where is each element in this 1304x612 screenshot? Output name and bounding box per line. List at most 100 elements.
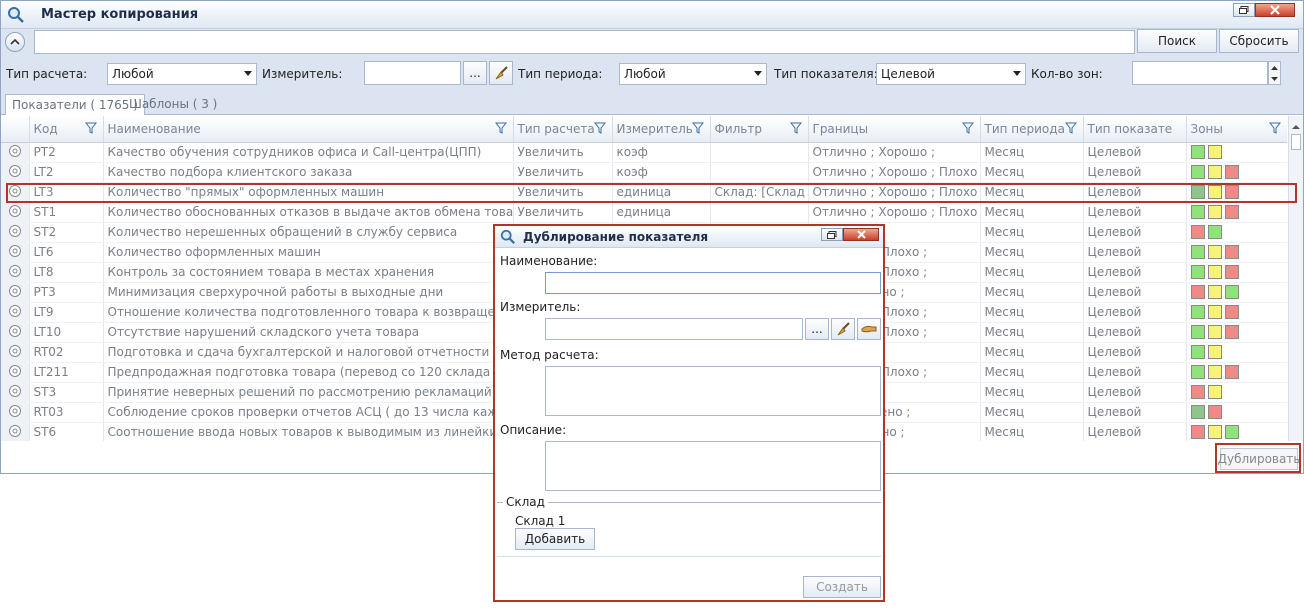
filter-icon[interactable] [1064,122,1077,137]
indicator-icon [8,264,21,277]
filter-icon[interactable] [789,122,802,137]
header-period[interactable]: Тип периода [980,116,1084,143]
cell-code: ST2 [29,222,104,243]
cell-name: Отсутствие нарушений складского учета то… [103,322,514,343]
filter-icon[interactable] [961,122,974,137]
title-bar: Мастер копирования [1,1,1303,29]
search-button[interactable]: Поиск [1137,29,1217,53]
table-row[interactable]: LT2 Качество подбора клиентского заказа Ув… [1,162,1287,183]
calc-type-select[interactable]: Любой [107,63,257,85]
row-icon-cell [1,242,30,263]
header-filter-label: Фильтр [714,121,762,136]
cell-zones [1186,362,1287,383]
header-indicator-type[interactable]: Тип показате [1083,116,1187,143]
filter-icon[interactable] [84,122,97,137]
broom-icon [837,322,850,336]
indicator-icon [8,164,21,177]
cell-period: Месяц [980,202,1084,223]
cell-name: Подготовка и сдача бухгалтерской и налог… [103,342,514,363]
search-input[interactable] [34,30,1135,54]
reset-button[interactable]: Сбросить [1219,29,1299,53]
cell-name: Количество нерешенных обращений в службу… [103,222,514,243]
cell-period: Месяц [980,222,1084,243]
indicator-type-select[interactable]: Целевой [876,63,1026,85]
row-icon-cell [1,162,30,183]
dialog-restore-button[interactable] [821,228,843,241]
period-select[interactable]: Любой [619,63,767,85]
dialog-measure-link-button[interactable] [857,318,881,340]
dialog-measure-browse-button[interactable]: ... [805,318,829,340]
header-calc-type[interactable]: Тип расчета [513,116,613,143]
add-warehouse-button[interactable]: Добавить [515,528,595,550]
row-icon-cell [1,362,30,383]
method-textarea[interactable] [545,366,881,416]
measure-browse-button[interactable]: ... [463,61,487,85]
indicator-type-label: Тип показателя: [774,67,878,81]
dialog-close-button[interactable] [843,228,879,241]
description-textarea[interactable] [545,441,881,491]
header-name[interactable]: Наименование [103,116,514,143]
table-row[interactable]: PT2 Качество обучения сотрудников офиса и… [1,142,1287,163]
zone-swatch [1207,145,1222,160]
measure-input[interactable] [364,61,461,85]
period-value: Любой [624,67,666,81]
restore-button[interactable] [1233,3,1255,17]
header-indicator-type-label: Тип показате [1087,121,1173,136]
collapse-button[interactable] [5,32,25,52]
zone-swatch [1190,225,1205,240]
zone-swatch [1207,225,1222,240]
cell-code: LT9 [29,302,104,323]
zone-swatch [1207,365,1222,380]
filter-icon[interactable] [691,122,704,137]
measure-clear-button[interactable] [489,61,513,85]
dropdown-arrow-icon [244,71,252,76]
header-measure[interactable]: Измеритель [612,116,711,143]
cell-zones [1186,282,1287,303]
table-row[interactable]: ST1 Количество обоснованных отказов в выд… [1,202,1287,223]
indicator-icon [8,344,21,357]
cell-bounds: Отлично ; Хорошо ; Плохо ; [808,202,981,223]
row-icon-cell [1,322,30,343]
name-input[interactable] [545,272,881,294]
zone-swatch [1224,165,1239,180]
magnifier-icon [7,6,25,27]
cell-name: Отношение количества подготовленного тов… [103,302,514,323]
header-filter[interactable]: Фильтр [710,116,809,143]
filter-icon[interactable] [494,122,507,137]
cell-period: Месяц [980,302,1084,323]
indicator-icon [8,244,21,257]
scroll-thumb[interactable] [1291,134,1301,150]
dialog-measure-clear-button[interactable] [831,318,855,340]
dialog-measure-input[interactable] [545,318,803,340]
header-name-label: Наименование [107,121,201,136]
zone-swatch [1207,245,1222,260]
cell-bounds: Отлично ; Хорошо ; Плохо ; [808,162,981,183]
zone-swatch [1190,325,1205,340]
indicator-icon [8,404,21,417]
cell-period: Месяц [980,402,1084,423]
zone-swatch [1190,305,1205,320]
cell-period: Месяц [980,142,1084,163]
header-code[interactable]: Код [29,116,104,143]
header-zones[interactable]: Зоны [1186,116,1287,143]
cell-indicator-type: Целевой [1083,342,1187,363]
zones-spinner[interactable] [1268,61,1281,85]
indicator-icon [8,364,21,377]
cell-zones [1186,262,1287,283]
cell-code: ST3 [29,382,104,403]
zone-swatch [1224,205,1239,220]
create-button[interactable]: Создать [803,576,881,598]
warehouse-item: Склад 1 [515,514,566,528]
cell-period: Месяц [980,362,1084,383]
tab-templates[interactable]: Шаблоны ( 3 ) [123,94,223,115]
cell-filter [710,142,809,163]
grid-scrollbar[interactable] [1288,116,1303,441]
filter-icon[interactable] [593,122,606,137]
cell-period: Месяц [980,262,1084,283]
cell-bounds: Отлично ; Хорошо ; [808,142,981,163]
zones-count-input[interactable] [1132,61,1268,85]
header-bounds[interactable]: Границы [808,116,981,143]
filter-icon[interactable] [1268,122,1281,137]
close-button[interactable] [1255,3,1295,17]
calc-type-value: Любой [112,67,154,81]
